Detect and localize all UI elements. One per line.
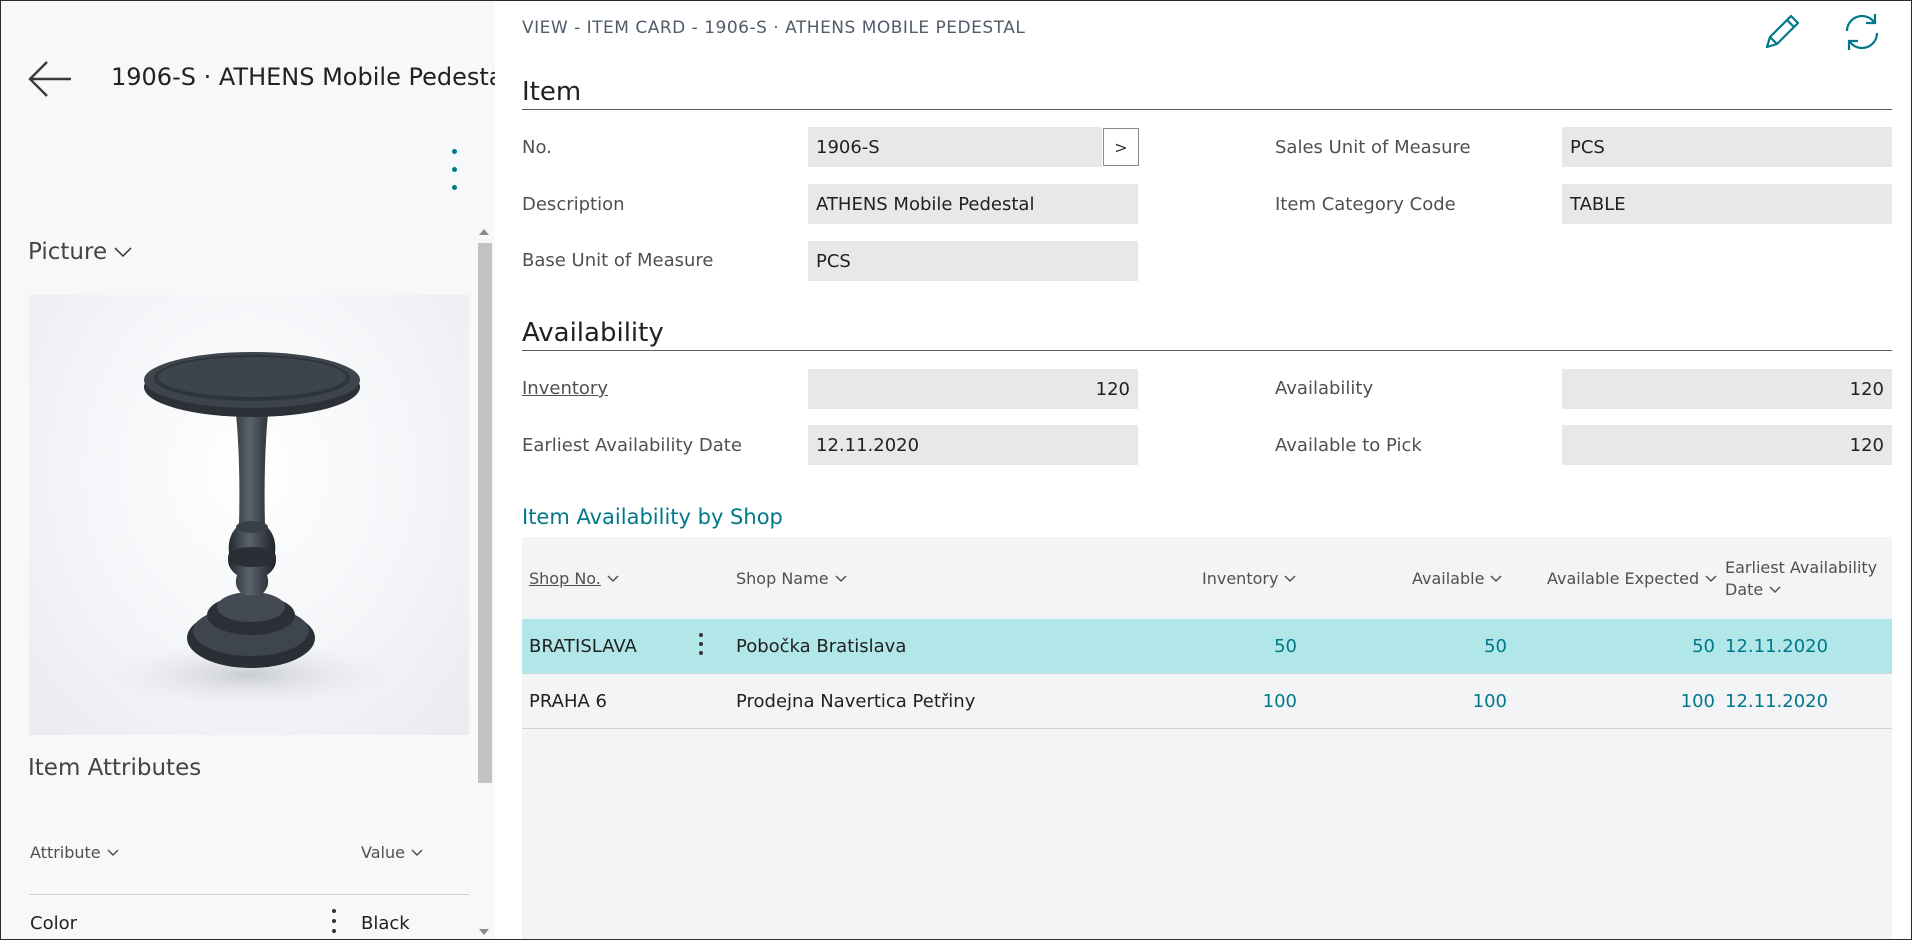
sales-uom-label: Sales Unit of Measure: [1275, 137, 1471, 158]
edit-pencil-icon[interactable]: [1759, 9, 1805, 55]
availability-section-divider: [522, 350, 1892, 351]
shop-no-cell[interactable]: BRATISLAVA: [529, 619, 637, 674]
earliest-date-cell[interactable]: 12.11.2020: [1725, 674, 1828, 729]
inventory-label[interactable]: Inventory: [522, 378, 608, 399]
item-picture[interactable]: [29, 295, 469, 735]
scroll-up-icon[interactable]: [479, 229, 489, 235]
table-row[interactable]: BRATISLAVA Pobočka Bratislava 50 50 50 1…: [522, 619, 1892, 674]
picture-label: Picture: [28, 239, 108, 265]
shop-name-column-header[interactable]: Shop Name: [736, 569, 847, 588]
earliest-header-label-line1: Earliest Availability: [1725, 558, 1878, 577]
item-section-divider: [522, 109, 1892, 110]
available-cell[interactable]: 100: [1332, 674, 1507, 729]
available-cell[interactable]: 50: [1332, 619, 1507, 674]
chevron-down-icon: [107, 848, 119, 856]
refresh-icon[interactable]: [1839, 9, 1885, 55]
row-more-icon[interactable]: [329, 909, 339, 939]
chevron-down-icon: [607, 574, 619, 582]
chevron-down-icon: [1490, 574, 1502, 582]
attribute-name[interactable]: Color: [30, 913, 77, 934]
shop-availability-grid: Shop No. Shop Name Inventory Available A…: [522, 537, 1892, 939]
availability-section-title[interactable]: Availability: [522, 318, 664, 348]
description-field[interactable]: ATHENS Mobile Pedestal: [808, 184, 1138, 224]
available-expected-column-header[interactable]: Available Expected: [1547, 569, 1717, 588]
earliest-availability-field[interactable]: 12.11.2020: [808, 425, 1138, 465]
available-column-header[interactable]: Available: [1412, 569, 1502, 588]
chevron-down-icon: [835, 574, 847, 582]
chevron-down-icon: [1769, 586, 1781, 594]
shop-availability-title[interactable]: Item Availability by Shop: [522, 505, 783, 529]
item-attributes-title: Item Attributes: [28, 755, 202, 781]
chevron-down-icon: [114, 247, 132, 258]
scroll-down-icon[interactable]: [479, 929, 489, 935]
shop-no-header-label: Shop No.: [529, 569, 601, 588]
item-category-field[interactable]: TABLE: [1562, 184, 1892, 224]
attribute-header-divider: [29, 894, 469, 895]
attribute-column-header[interactable]: Attribute: [30, 843, 119, 862]
base-uom-label: Base Unit of Measure: [522, 250, 714, 271]
more-options-icon[interactable]: [446, 149, 462, 197]
description-label: Description: [522, 194, 625, 215]
no-field[interactable]: 1906-S: [808, 127, 1102, 167]
available-to-pick-label: Available to Pick: [1275, 435, 1422, 456]
grid-header: Shop No. Shop Name Inventory Available A…: [522, 537, 1892, 619]
item-section-title[interactable]: Item: [522, 77, 581, 107]
earliest-date-cell[interactable]: 12.11.2020: [1725, 619, 1828, 674]
shop-no-cell[interactable]: PRAHA 6: [529, 674, 607, 729]
shop-name-header-label: Shop Name: [736, 569, 829, 588]
available-expected-cell[interactable]: 100: [1522, 674, 1715, 729]
factbox-pane: 1906-S · ATHENS Mobile Pedestal Picture: [1, 1, 495, 939]
inventory-header-label: Inventory: [1202, 569, 1279, 588]
inventory-cell[interactable]: 50: [1122, 619, 1297, 674]
sales-uom-field[interactable]: PCS: [1562, 127, 1892, 167]
availability-field[interactable]: 120: [1562, 369, 1892, 409]
breadcrumb: VIEW - ITEM CARD - 1906-S · ATHENS MOBIL…: [522, 18, 1026, 38]
item-category-label: Item Category Code: [1275, 194, 1456, 215]
attribute-value[interactable]: Black: [361, 913, 410, 934]
scroll-thumb[interactable]: [478, 243, 492, 783]
table-row[interactable]: PRAHA 6 Prodejna Navertica Petřiny 100 1…: [522, 674, 1892, 729]
shop-name-cell[interactable]: Pobočka Bratislava: [736, 619, 906, 674]
available-header-label: Available: [1412, 569, 1485, 588]
attribute-header-label: Attribute: [30, 843, 101, 862]
value-column-header[interactable]: Value: [361, 843, 423, 862]
item-card-main: VIEW - ITEM CARD - 1906-S · ATHENS MOBIL…: [495, 1, 1911, 939]
back-arrow-icon[interactable]: [27, 59, 73, 99]
picture-section-toggle[interactable]: Picture: [28, 239, 133, 265]
row-more-icon[interactable]: [696, 633, 706, 661]
base-uom-field[interactable]: PCS: [808, 241, 1138, 281]
shop-no-column-header[interactable]: Shop No.: [529, 569, 619, 588]
record-title: 1906-S · ATHENS Mobile Pedestal: [111, 63, 495, 91]
factbox-scrollbar[interactable]: [475, 223, 495, 939]
pedestal-table-image: [99, 352, 399, 710]
earliest-availability-label: Earliest Availability Date: [522, 435, 742, 456]
earliest-header-label-line2: Date: [1725, 580, 1764, 599]
inventory-field[interactable]: 120: [808, 369, 1138, 409]
no-label: No.: [522, 137, 552, 158]
shop-name-cell[interactable]: Prodejna Navertica Petřiny: [736, 674, 975, 729]
available-expected-cell[interactable]: 50: [1522, 619, 1715, 674]
inventory-column-header[interactable]: Inventory: [1202, 569, 1296, 588]
available-to-pick-field[interactable]: 120: [1562, 425, 1892, 465]
earliest-date-column-header[interactable]: Earliest Availability Date: [1725, 557, 1877, 601]
assist-edit-button[interactable]: >: [1103, 128, 1139, 166]
value-header-label: Value: [361, 843, 405, 862]
inventory-cell[interactable]: 100: [1122, 674, 1297, 729]
chevron-down-icon: [1705, 574, 1717, 582]
availability-label: Availability: [1275, 378, 1374, 399]
available-expected-header-label: Available Expected: [1547, 569, 1700, 588]
chevron-down-icon: [1284, 574, 1296, 582]
chevron-down-icon: [411, 848, 423, 856]
